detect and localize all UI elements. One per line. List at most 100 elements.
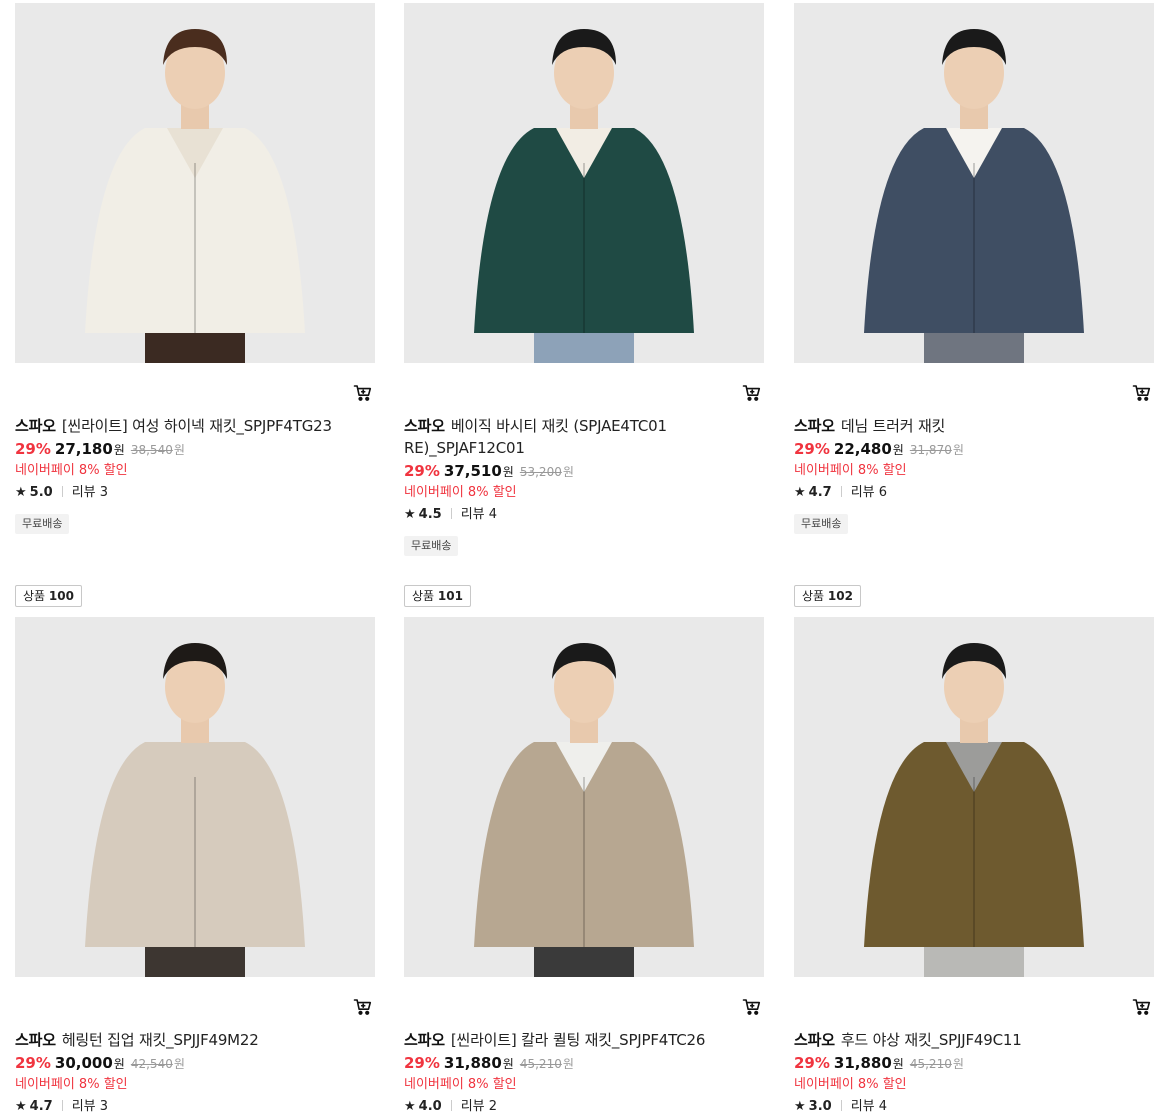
- rating-score: 4.7: [808, 485, 832, 500]
- product-card[interactable]: 상품 101 스파오 [씬라이트] 칼라 퀼팅 재킷_SPJPF4TC26 29%…: [404, 585, 764, 1118]
- rank-number: 100: [48, 589, 74, 603]
- rank-badge: 상품 101: [404, 585, 471, 607]
- divider: [61, 486, 63, 497]
- divider: [450, 1100, 452, 1111]
- cart-icon[interactable]: [742, 383, 762, 403]
- star-icon: ★: [794, 485, 806, 500]
- product-image[interactable]: [15, 617, 375, 977]
- cart-icon[interactable]: [353, 997, 373, 1017]
- rating-score: 4.0: [418, 1099, 442, 1114]
- product-brand: 스파오: [15, 1031, 56, 1049]
- rating-row: ★ 5.0 리뷰 3: [15, 482, 375, 504]
- product-title[interactable]: 스파오 후드 야상 재킷_SPJJF49C11: [794, 1029, 1154, 1051]
- sale-price: 37,510: [443, 462, 502, 480]
- star-icon: ★: [404, 507, 416, 522]
- naverpay-discount: 네이버페이 8% 할인: [404, 485, 517, 500]
- divider: [450, 508, 452, 519]
- currency: 원: [113, 1057, 125, 1071]
- rank-number: 102: [827, 589, 853, 603]
- product-title[interactable]: 스파오 [씬라이트] 칼라 퀼팅 재킷_SPJPF4TC26: [404, 1029, 764, 1051]
- review-count[interactable]: 리뷰 3: [72, 485, 108, 500]
- discount-rate: 29%: [15, 1054, 51, 1072]
- review-count[interactable]: 리뷰 6: [851, 485, 887, 500]
- rating-score: 4.7: [29, 1099, 53, 1114]
- original-currency: 원: [173, 443, 185, 457]
- divider: [61, 1100, 63, 1111]
- product-title[interactable]: 스파오 [씬라이트] 여성 하이넥 재킷_SPJPF4TG23: [15, 415, 375, 437]
- product-card[interactable]: 스파오 데님 트러커 재킷 29% 22,480원 31,870원 네이버페이 8% …: [794, 3, 1154, 534]
- product-title[interactable]: 스파오 데님 트러커 재킷: [794, 415, 1154, 437]
- star-icon: ★: [15, 1099, 27, 1114]
- product-name: 헤링턴 집업 재킷_SPJJF49M22: [61, 1031, 259, 1049]
- rank-badge: 상품 102: [794, 585, 861, 607]
- naverpay-discount: 네이버페이 8% 할인: [15, 1077, 128, 1092]
- product-image[interactable]: [794, 3, 1154, 363]
- product-card[interactable]: 상품 100 스파오 헤링턴 집업 재킷_SPJJF49M22 29% 30,000…: [15, 585, 375, 1118]
- divider: [840, 486, 842, 497]
- review-count[interactable]: 리뷰 4: [851, 1099, 887, 1114]
- product-brand: 스파오: [794, 417, 835, 435]
- review-count[interactable]: 리뷰 4: [461, 507, 497, 522]
- currency: 원: [113, 443, 125, 457]
- rank-label: 상품: [23, 589, 46, 603]
- sale-price: 22,480: [833, 440, 892, 458]
- free-shipping-badge: 무료배송: [404, 536, 459, 556]
- currency: 원: [502, 1057, 514, 1071]
- product-name: 후드 야상 재킷_SPJJF49C11: [840, 1031, 1022, 1049]
- discount-rate: 29%: [404, 462, 440, 480]
- sale-price: 27,180: [54, 440, 113, 458]
- discount-rate: 29%: [794, 440, 830, 458]
- rank-label: 상품: [412, 589, 435, 603]
- product-card[interactable]: 스파오 [씬라이트] 여성 하이넥 재킷_SPJPF4TG23 29% 27,180…: [15, 3, 375, 534]
- sale-price: 30,000: [54, 1054, 113, 1072]
- review-count[interactable]: 리뷰 2: [461, 1099, 497, 1114]
- original-price: 45,210: [909, 1057, 952, 1071]
- star-icon: ★: [794, 1099, 806, 1114]
- rating-row: ★ 4.7 리뷰 6: [794, 482, 1154, 504]
- product-image[interactable]: [404, 617, 764, 977]
- naverpay-discount: 네이버페이 8% 할인: [794, 463, 907, 478]
- original-currency: 원: [952, 1057, 964, 1071]
- cart-icon[interactable]: [742, 997, 762, 1017]
- sale-price: 31,880: [443, 1054, 502, 1072]
- star-icon: ★: [15, 485, 27, 500]
- product-card[interactable]: 스파오 베이직 바시티 재킷 (SPJAE4TC01 RE)_SPJAF12C01…: [404, 3, 764, 556]
- free-shipping-badge: 무료배송: [794, 514, 849, 534]
- product-image[interactable]: [404, 3, 764, 363]
- original-price: 53,200: [519, 465, 562, 479]
- product-card[interactable]: 상품 102 스파오 후드 야상 재킷_SPJJF49C11 29% 31,880원…: [794, 585, 1154, 1118]
- price-row: 29% 30,000원 42,540원: [15, 1052, 375, 1075]
- review-count[interactable]: 리뷰 3: [72, 1099, 108, 1114]
- product-name: 데님 트러커 재킷: [840, 417, 946, 435]
- rating-score: 4.5: [418, 507, 442, 522]
- currency: 원: [892, 443, 904, 457]
- product-name: [씬라이트] 여성 하이넥 재킷_SPJPF4TG23: [61, 417, 332, 435]
- product-brand: 스파오: [404, 1031, 445, 1049]
- original-price: 31,870: [909, 443, 952, 457]
- product-image[interactable]: [794, 617, 1154, 977]
- sale-price: 31,880: [833, 1054, 892, 1072]
- discount-rate: 29%: [404, 1054, 440, 1072]
- free-shipping-badge: 무료배송: [15, 514, 70, 534]
- original-currency: 원: [952, 443, 964, 457]
- cart-icon[interactable]: [353, 383, 373, 403]
- price-row: 29% 37,510원 53,200원: [404, 460, 764, 483]
- product-image[interactable]: [15, 3, 375, 363]
- naverpay-discount: 네이버페이 8% 할인: [15, 463, 128, 478]
- original-price: 42,540: [130, 1057, 173, 1071]
- cart-icon[interactable]: [1132, 997, 1152, 1017]
- naverpay-discount: 네이버페이 8% 할인: [404, 1077, 517, 1092]
- price-row: 29% 22,480원 31,870원: [794, 438, 1154, 461]
- star-icon: ★: [404, 1099, 416, 1114]
- discount-rate: 29%: [15, 440, 51, 458]
- cart-icon[interactable]: [1132, 383, 1152, 403]
- rating-row: ★ 4.0 리뷰 2: [404, 1096, 764, 1118]
- price-row: 29% 31,880원 45,210원: [794, 1052, 1154, 1075]
- original-price: 38,540: [130, 443, 173, 457]
- original-currency: 원: [562, 465, 574, 479]
- currency: 원: [892, 1057, 904, 1071]
- product-title[interactable]: 스파오 베이직 바시티 재킷 (SPJAE4TC01 RE)_SPJAF12C01: [404, 415, 764, 459]
- rating-row: ★ 4.7 리뷰 3: [15, 1096, 375, 1118]
- price-row: 29% 31,880원 45,210원: [404, 1052, 764, 1075]
- product-title[interactable]: 스파오 헤링턴 집업 재킷_SPJJF49M22: [15, 1029, 375, 1051]
